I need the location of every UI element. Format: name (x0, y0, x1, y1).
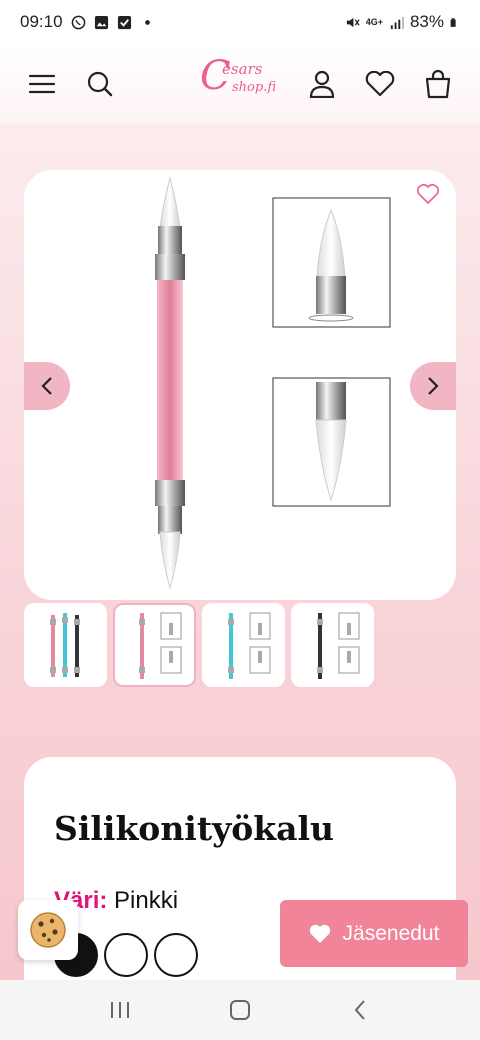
clock: 09:10 (20, 12, 63, 31)
back-button[interactable] (330, 985, 390, 1035)
search-icon (87, 71, 113, 97)
site-header: C esars shop.fi (0, 44, 480, 124)
product-image-gallery[interactable] (24, 170, 456, 600)
recent-apps-icon (111, 1002, 129, 1018)
home-button[interactable] (210, 985, 270, 1035)
cart-icon (425, 69, 451, 99)
menu-button[interactable] (24, 66, 60, 102)
swatch-white-2[interactable] (154, 933, 198, 977)
wishlist-button[interactable] (362, 66, 398, 102)
signal-icon (390, 16, 404, 29)
thumbnail-2[interactable] (113, 603, 196, 687)
status-bar: 09:10 4G+ 83% (0, 0, 480, 44)
recent-apps-button[interactable] (90, 985, 150, 1035)
swatch-white-1[interactable] (104, 933, 148, 977)
next-image-button[interactable] (410, 362, 456, 410)
home-icon (230, 1000, 250, 1020)
previous-image-button[interactable] (24, 362, 70, 410)
logo-text-bottom: shop.fi (232, 80, 276, 95)
menu-icon (28, 74, 56, 94)
checkbox-icon (117, 15, 131, 29)
account-button[interactable] (304, 66, 340, 102)
product-image (155, 176, 391, 590)
product-title: Silikonityökalu (54, 809, 335, 848)
thumbnail-image (139, 612, 182, 679)
back-icon (354, 1000, 365, 1020)
dot-icon (144, 19, 150, 25)
cookie-icon (30, 912, 66, 948)
chevron-right-icon (428, 377, 439, 395)
member-benefits-label: Jäsenedut (342, 921, 440, 945)
account-icon (309, 70, 335, 98)
thumbnail-image (317, 612, 360, 679)
thumbnail-1[interactable] (24, 603, 107, 687)
member-benefits-button[interactable]: Jäsenedut (280, 900, 468, 967)
cookie-settings-button[interactable] (18, 900, 78, 960)
battery-level: 83% (409, 12, 444, 31)
thumbnail-image (228, 612, 271, 679)
heart-icon (309, 924, 330, 943)
whatsapp-icon (71, 15, 85, 29)
logo-text-top: esars (222, 60, 263, 78)
mute-icon (346, 17, 360, 27)
search-button[interactable] (82, 66, 118, 102)
thumbnail-strip (24, 603, 374, 687)
site-logo[interactable]: C esars shop.fi (200, 54, 284, 114)
add-to-wishlist-icon[interactable] (416, 182, 440, 206)
thumbnail-image (50, 613, 80, 677)
color-value: Pinkki (114, 887, 179, 914)
thumbnail-4[interactable] (291, 603, 374, 687)
network-icon: 4G+ (365, 17, 383, 27)
chevron-left-icon (41, 377, 52, 395)
cart-button[interactable] (420, 66, 456, 102)
system-nav-bar (0, 980, 480, 1040)
gallery-icon (94, 15, 108, 29)
battery-icon (450, 17, 456, 27)
thumbnail-3[interactable] (202, 603, 285, 687)
wishlist-icon (365, 71, 395, 97)
